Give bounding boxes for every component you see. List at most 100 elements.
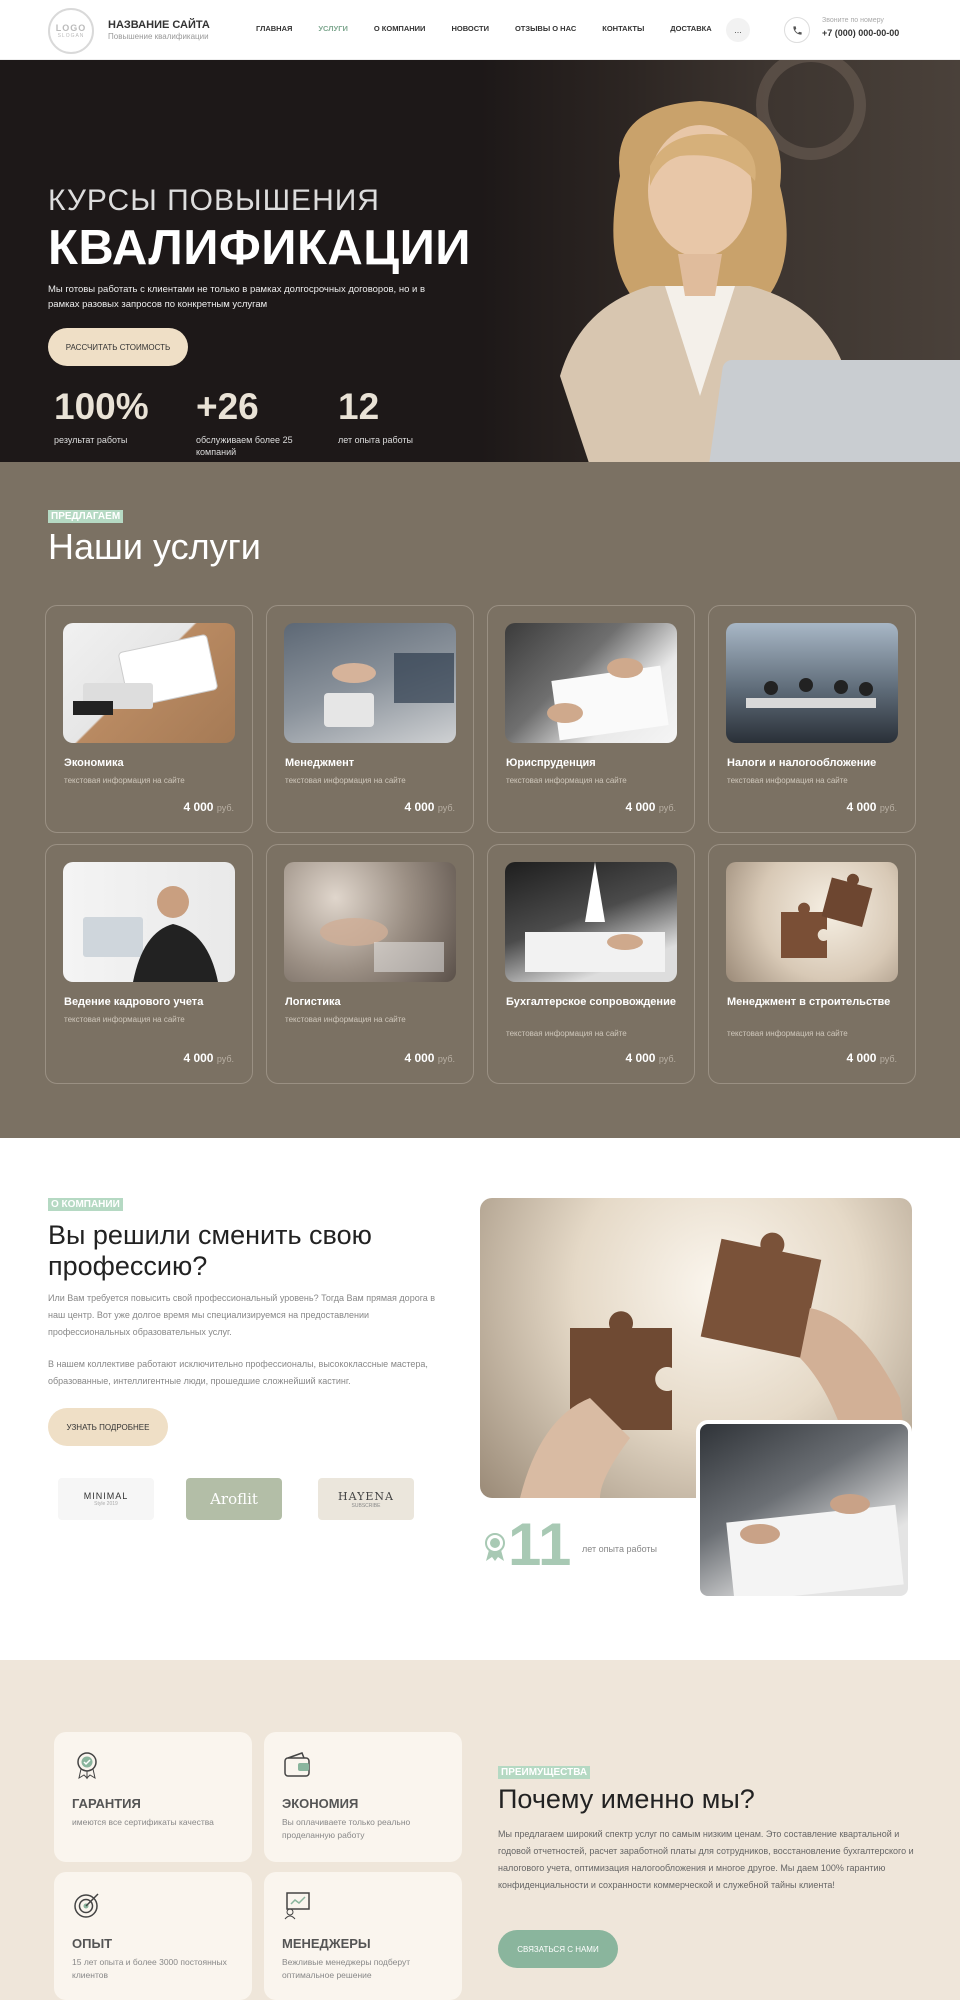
service-price: 4 000 руб. — [846, 800, 897, 814]
brand-logo-aroflit: Aroflit — [186, 1478, 282, 1520]
advantage-card: ГАРАНТИЯ имеются все сертификаты качеств… — [54, 1732, 252, 1862]
about-paragraph-2: В нашем коллективе работают исключительн… — [48, 1359, 428, 1386]
service-image — [505, 623, 677, 743]
service-image — [63, 623, 235, 743]
about-title: Вы решили сменить свою профессию? — [48, 1220, 372, 1281]
presentation-icon — [284, 1892, 310, 1920]
stat-years: 12 лет опыта работы — [338, 386, 414, 445]
service-title: Юриспруденция — [506, 757, 596, 769]
service-image — [505, 862, 677, 982]
stat-result: 100% результат работы — [54, 386, 149, 445]
about-tag: О КОМПАНИИ — [48, 1198, 123, 1211]
service-subtitle: текстовая информация на сайте — [727, 776, 848, 785]
service-card[interactable]: Бухгалтерское сопровождение текстовая ин… — [487, 844, 695, 1084]
brand-logo-hayena: HAYENA SUBSCRIBE — [318, 1478, 414, 1520]
service-price: 4 000 руб. — [183, 1051, 234, 1065]
hero-section: КУРСЫ ПОВЫШЕНИЯ КВАЛИФИКАЦИИ Мы готовы р… — [0, 60, 960, 462]
learn-more-button[interactable]: УЗНАТЬ ПОДРОБНЕЕ — [48, 1408, 168, 1446]
phone-icon[interactable] — [784, 17, 810, 43]
service-subtitle: текстовая информация на сайте — [506, 1029, 627, 1038]
advantage-title: ГАРАНТИЯ — [72, 1796, 141, 1811]
service-image — [284, 623, 456, 743]
service-card[interactable]: Экономика текстовая информация на сайте … — [45, 605, 253, 833]
wallet-icon — [284, 1752, 310, 1777]
advantage-card: ОПЫТ 15 лет опыта и более 3000 постоянны… — [54, 1872, 252, 2000]
hero-description: Мы готовы работать с клиентами не только… — [48, 284, 425, 310]
service-price: 4 000 руб. — [404, 1051, 455, 1065]
advantage-desc: 15 лет опыта и более 3000 постоянных кли… — [72, 1957, 227, 1980]
service-card[interactable]: Налоги и налогообложение текстовая инфор… — [708, 605, 916, 833]
award-icon — [485, 1533, 505, 1561]
service-image — [726, 623, 898, 743]
site-name[interactable]: НАЗВАНИЕ САЙТА — [108, 19, 210, 31]
nav-item-delivery[interactable]: ДОСТАВКА — [670, 24, 711, 33]
service-card[interactable]: Менеджмент в строительстве текстовая инф… — [708, 844, 916, 1084]
service-subtitle: текстовая информация на сайте — [64, 776, 185, 785]
advantage-desc: Вежливые менеджеры подберут оптимальное … — [282, 1957, 411, 1980]
advantage-card: ЭКОНОМИЯ Вы оплачиваете только реально п… — [264, 1732, 462, 1862]
service-card[interactable]: Юриспруденция текстовая информация на са… — [487, 605, 695, 833]
service-card[interactable]: Менеджмент текстовая информация на сайте… — [266, 605, 474, 833]
advantage-title: ОПЫТ — [72, 1936, 113, 1951]
target-icon — [74, 1893, 99, 1918]
advantage-card: МЕНЕДЖЕРЫ Вежливые менеджеры подберут оп… — [264, 1872, 462, 2000]
about-section: О КОМПАНИИ Вы решили сменить свою профес… — [0, 1138, 960, 1660]
hero-title: КВАЛИФИКАЦИИ — [48, 221, 472, 275]
site-logo[interactable]: LOGO SLOGAN — [48, 8, 94, 54]
brand-logo-minimal: MINIMAL Style 2019 — [58, 1478, 154, 1520]
service-subtitle: текстовая информация на сайте — [506, 776, 627, 785]
calculate-cost-button[interactable]: РАССЧИТАТЬ СТОИМОСТЬ — [48, 328, 188, 366]
years-count: 11 — [508, 1511, 572, 1578]
service-subtitle: текстовая информация на сайте — [285, 776, 406, 785]
service-subtitle: текстовая информация на сайте — [727, 1029, 848, 1038]
service-title: Логистика — [285, 996, 341, 1008]
services-title: Наши услуги — [48, 526, 261, 567]
service-title: Ведение кадрового учета — [64, 996, 204, 1008]
site-header: LOGO SLOGAN НАЗВАНИЕ САЙТА Повышение ква… — [0, 0, 960, 60]
advantage-desc: Вы оплачиваете только реально проделанну… — [282, 1817, 411, 1840]
service-image — [63, 862, 235, 982]
service-card[interactable]: Логистика текстовая информация на сайте … — [266, 844, 474, 1084]
meeting-image — [696, 1420, 912, 1600]
contact-us-button[interactable]: СВЯЗАТЬСЯ С НАМИ — [498, 1930, 618, 1968]
service-subtitle: текстовая информация на сайте — [64, 1015, 185, 1024]
certificate-icon — [77, 1752, 97, 1780]
advantage-title: ЭКОНОМИЯ — [282, 1796, 359, 1811]
advantages-description: Мы предлагаем широкий спектр услуг по са… — [498, 1829, 914, 1890]
nav-item-reviews[interactable]: ОТЗЫВЫ О НАС — [515, 24, 576, 33]
service-image — [284, 862, 456, 982]
advantages-title: Почему именно мы? — [498, 1784, 755, 1814]
service-card[interactable]: Ведение кадрового учета текстовая информ… — [45, 844, 253, 1084]
service-title: Менеджмент — [285, 757, 355, 769]
phone-label: Звоните по номеру — [822, 17, 884, 24]
phone-number[interactable]: +7 (000) 000-00-00 — [822, 28, 899, 38]
advantages-tag: ПРЕИМУЩЕСТВА — [498, 1766, 591, 1779]
service-title: Экономика — [64, 757, 124, 769]
years-label: лет опыта работы — [582, 1544, 658, 1554]
service-title: Бухгалтерское сопровождение — [506, 996, 676, 1008]
service-price: 4 000 руб. — [183, 800, 234, 814]
about-paragraph-1: Или Вам требуется повысить свой професси… — [48, 1293, 436, 1337]
advantages-section: ГАРАНТИЯ имеются все сертификаты качеств… — [0, 1660, 960, 2000]
service-price: 4 000 руб. — [625, 1051, 676, 1065]
service-price: 4 000 руб. — [846, 1051, 897, 1065]
laptop-image — [708, 360, 960, 462]
nav-item-services[interactable]: УСЛУГИ — [318, 24, 347, 33]
service-price: 4 000 руб. — [404, 800, 455, 814]
nav-item-contacts[interactable]: КОНТАКТЫ — [602, 24, 644, 33]
hero-title-top: КУРСЫ ПОВЫШЕНИЯ — [48, 184, 380, 217]
nav-item-about[interactable]: О КОМПАНИИ — [374, 24, 426, 33]
advantage-title: МЕНЕДЖЕРЫ — [282, 1936, 371, 1951]
services-section: ПРЕДЛАГАЕМ Наши услуги Экономика текстов… — [0, 462, 960, 1138]
nav-item-home[interactable]: ГЛАВНАЯ — [256, 24, 292, 33]
stat-clients: +26 обслуживаем более 25 компаний — [196, 386, 293, 457]
more-menu-button[interactable]: ... — [726, 18, 750, 42]
services-tag: ПРЕДЛАГАЕМ — [48, 510, 124, 523]
service-image — [726, 862, 898, 982]
service-price: 4 000 руб. — [625, 800, 676, 814]
service-title: Менеджмент в строительстве — [727, 996, 891, 1008]
nav-item-news[interactable]: НОВОСТИ — [451, 24, 489, 33]
main-nav: ГЛАВНАЯ УСЛУГИ О КОМПАНИИ НОВОСТИ ОТЗЫВЫ… — [256, 24, 738, 33]
site-subtitle: Повышение квалификации — [108, 32, 209, 41]
service-title: Налоги и налогообложение — [727, 757, 877, 769]
